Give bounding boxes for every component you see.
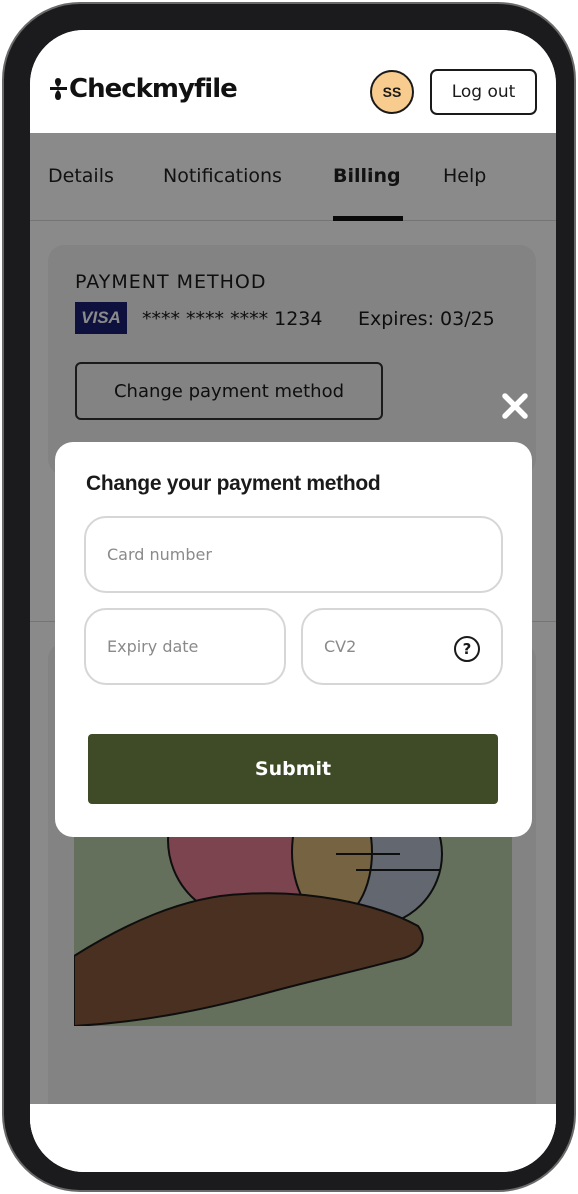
- phone-frame: Checkmyfile SS Log out Details Notificat…: [2, 2, 576, 1192]
- logo[interactable]: Checkmyfile: [48, 74, 238, 104]
- logout-button[interactable]: Log out: [430, 69, 537, 115]
- app-header: Checkmyfile SS Log out: [30, 30, 556, 133]
- cv2-placeholder: CV2: [324, 637, 357, 656]
- logo-text: Checkmyfile: [69, 74, 238, 104]
- card-number-input[interactable]: Card number: [84, 516, 503, 593]
- close-icon[interactable]: [500, 391, 530, 421]
- logo-mark-icon: [50, 78, 67, 100]
- cv2-input[interactable]: CV2 ?: [301, 608, 503, 685]
- submit-button[interactable]: Submit: [88, 734, 498, 804]
- modal-title: Change your payment method: [86, 472, 381, 495]
- bottom-area: [30, 1104, 556, 1172]
- screen: Checkmyfile SS Log out Details Notificat…: [30, 30, 556, 1172]
- help-icon[interactable]: ?: [454, 636, 480, 662]
- expiry-date-input[interactable]: Expiry date: [84, 608, 286, 685]
- change-payment-modal: Change your payment method Card number E…: [55, 442, 532, 837]
- avatar[interactable]: SS: [370, 70, 414, 114]
